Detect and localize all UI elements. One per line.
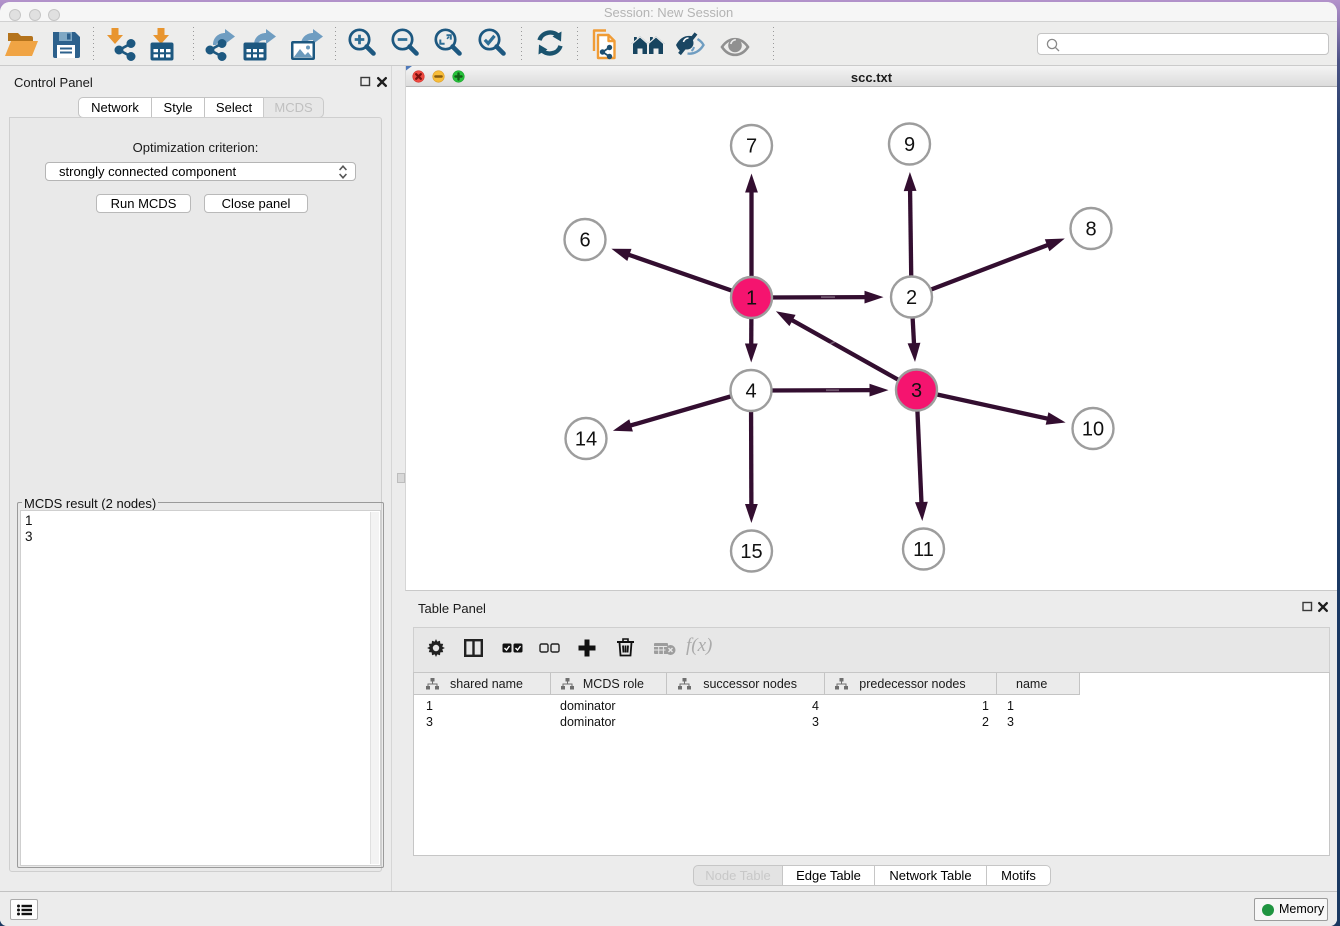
svg-text:9: 9	[904, 134, 915, 156]
svg-text:3: 3	[911, 380, 922, 402]
svg-text:6: 6	[579, 230, 590, 252]
svg-text:7: 7	[746, 136, 757, 158]
svg-text:2: 2	[906, 287, 917, 309]
svg-text:10: 10	[1082, 419, 1104, 441]
svg-text:14: 14	[575, 429, 597, 451]
svg-text:4: 4	[745, 381, 756, 403]
svg-text:15: 15	[740, 541, 762, 563]
svg-text:11: 11	[913, 539, 934, 561]
svg-text:1: 1	[746, 288, 757, 310]
svg-text:8: 8	[1085, 219, 1096, 241]
